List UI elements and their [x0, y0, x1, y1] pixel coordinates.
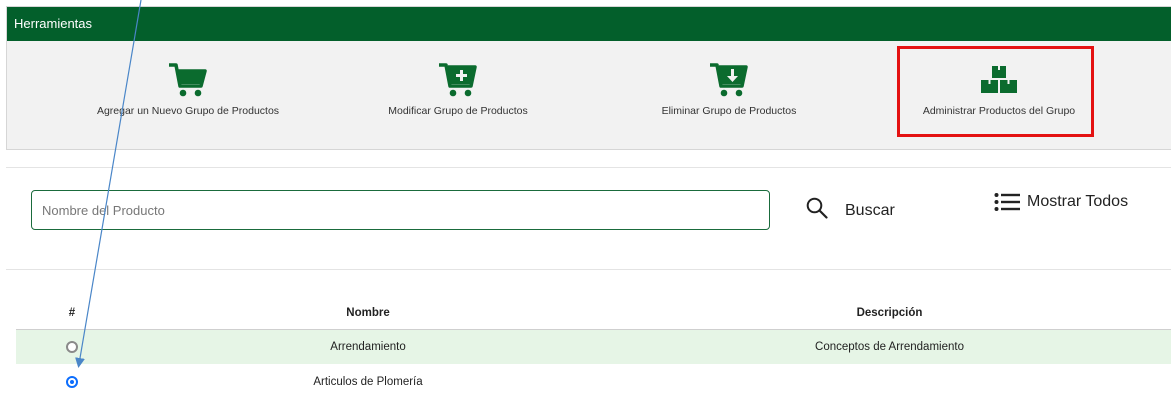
- table-row[interactable]: Arrendamiento Conceptos de Arrendamiento: [16, 330, 1171, 364]
- column-header-name: Nombre: [346, 306, 390, 319]
- cart-icon: [169, 63, 207, 97]
- row-name: Articulos de Plomería: [313, 375, 423, 388]
- search-button-label: Buscar: [845, 202, 895, 219]
- cart-plus-icon: [439, 63, 477, 97]
- row-description: Conceptos de Arrendamiento: [815, 341, 964, 353]
- cart-download-icon: [710, 63, 748, 97]
- add-group-label: Agregar un Nuevo Grupo de Productos: [96, 105, 280, 117]
- boxes-icon: [981, 66, 1017, 93]
- row-name: Arrendamiento: [330, 341, 406, 353]
- divider: [6, 269, 1171, 270]
- table-header-row: # Nombre Descripción: [16, 296, 1171, 330]
- edit-group-label: Modificar Grupo de Productos: [388, 105, 528, 117]
- manage-group-products-label: Administrar Productos del Grupo: [922, 105, 1076, 117]
- column-header-index: #: [68, 306, 76, 319]
- list-icon: [994, 193, 1020, 211]
- delete-group-label: Eliminar Grupo de Productos: [661, 105, 797, 117]
- row-select-radio-selected[interactable]: [66, 375, 78, 388]
- table-row[interactable]: Articulos de Plomería: [16, 364, 1171, 399]
- row-select-radio[interactable]: [66, 341, 78, 353]
- manage-group-products-button[interactable]: Administrar Productos del Grupo: [879, 34, 1119, 142]
- divider: [6, 167, 1171, 168]
- product-groups-table: # Nombre Descripción Arrendamiento Conce…: [16, 296, 1171, 399]
- delete-group-button[interactable]: Eliminar Grupo de Productos: [609, 34, 849, 142]
- product-name-search-input[interactable]: [31, 190, 770, 230]
- edit-group-button[interactable]: Modificar Grupo de Productos: [338, 34, 578, 142]
- show-all-button-label: Mostrar Todos: [1027, 193, 1129, 210]
- column-header-description: Descripción: [856, 306, 923, 319]
- add-group-button[interactable]: Agregar un Nuevo Grupo de Productos: [68, 34, 308, 142]
- search-icon: [806, 197, 828, 219]
- show-all-button[interactable]: Mostrar Todos: [994, 187, 1128, 217]
- search-button[interactable]: Buscar: [806, 192, 895, 224]
